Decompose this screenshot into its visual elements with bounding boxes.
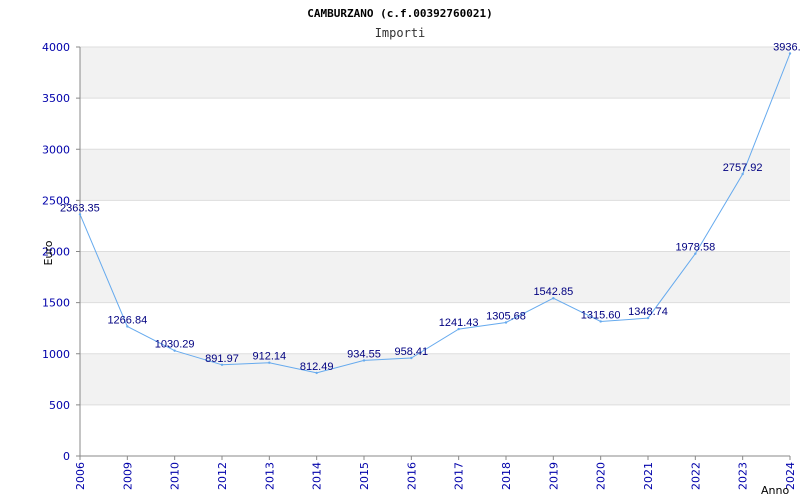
- x-tick-label: 2022: [689, 462, 702, 490]
- data-label: 1030.29: [155, 339, 195, 351]
- x-tick-label: 2013: [263, 462, 276, 490]
- data-label: 1978.58: [675, 242, 715, 254]
- data-label: 1348.74: [628, 306, 668, 318]
- x-tick-label: 2012: [216, 462, 229, 490]
- data-label: 2757.92: [723, 162, 763, 174]
- x-tick-label: 2023: [737, 462, 750, 490]
- y-tick-label: 0: [63, 450, 70, 463]
- grid-band: [80, 47, 790, 99]
- grid-band: [80, 251, 790, 303]
- x-tick-label: 2006: [74, 462, 87, 490]
- y-tick-label: 3000: [42, 143, 70, 156]
- data-label: 891.97: [205, 353, 239, 365]
- x-tick-label: 2021: [642, 462, 655, 490]
- data-label: 1315.60: [581, 309, 621, 321]
- y-axis-title: Euro: [42, 240, 55, 265]
- x-tick-label: 2015: [358, 462, 371, 490]
- x-tick-label: 2020: [595, 462, 608, 490]
- data-label: 1241.43: [439, 317, 479, 329]
- x-tick-label: 2016: [405, 462, 418, 490]
- series-line-group: [79, 53, 791, 374]
- y-tick-label: 3500: [42, 92, 70, 105]
- data-label: 958.41: [395, 346, 429, 358]
- y-tick-label: 500: [49, 399, 70, 412]
- x-tick-label: 2019: [547, 462, 560, 490]
- data-label: 812.49: [300, 361, 334, 373]
- data-label: 1542.85: [533, 286, 573, 298]
- data-label: 934.55: [347, 348, 381, 360]
- line-chart: CAMBURZANO (c.f.00392760021) Importi 0 50…: [42, 7, 800, 497]
- x-tick-label: 2018: [500, 462, 513, 490]
- x-tick-labels: 2006 2009 2010 2012 2013 2014 2015 2016 2017 2018…: [74, 462, 797, 490]
- y-tick-label: 1500: [42, 297, 70, 310]
- chart-subtitle: Importi: [375, 26, 426, 40]
- x-tick-label: 2014: [311, 462, 324, 490]
- x-tick-label: 2009: [121, 462, 134, 490]
- y-tick-label: 1000: [42, 348, 70, 361]
- x-tick-label: 2017: [453, 462, 466, 490]
- x-tick-label: 2010: [169, 462, 182, 490]
- chart-title: CAMBURZANO (c.f.00392760021): [307, 7, 492, 20]
- grid-band: [80, 353, 790, 405]
- x-axis-title: Anno: [761, 484, 789, 497]
- data-label: 2363.35: [60, 202, 100, 214]
- data-label: 912.14: [253, 351, 287, 363]
- background-bands: [80, 47, 790, 405]
- data-label: 3936.4: [773, 42, 800, 54]
- data-label: 1266.84: [107, 314, 147, 326]
- data-points: [78, 52, 792, 375]
- series-line: [79, 53, 791, 374]
- y-tick-label: 4000: [42, 41, 70, 54]
- data-label: 1305.68: [486, 310, 526, 322]
- grid-band: [80, 149, 790, 201]
